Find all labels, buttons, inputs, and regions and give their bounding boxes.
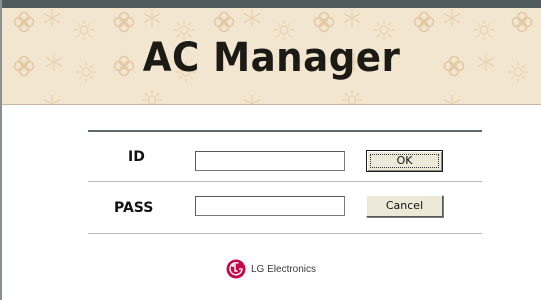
footer-brand: LG Electronics [226,258,316,280]
top-border [0,0,541,8]
lg-logo-icon [226,259,246,279]
pattern-row-3 [43,89,461,104]
panel-bottom-divider [88,233,482,234]
id-input[interactable] [195,151,345,171]
ok-button-focus-ring [370,154,439,168]
brand-text: LG Electronics [251,263,317,275]
cancel-button-label: Cancel [385,199,424,212]
cancel-button[interactable]: Cancel [366,195,443,217]
pass-label: PASS [114,200,154,216]
password-input[interactable] [195,196,345,216]
panel-middle-divider [88,181,482,182]
id-label: ID [128,149,145,165]
header-banner: AC Manager [2,8,541,105]
ok-button[interactable]: OK [366,150,443,172]
login-panel: ID OK PASS Cancel [88,130,482,236]
ac-manager-login-window: AC Manager ID OK PASS Cancel LG Electron… [0,0,541,300]
panel-top-divider [88,130,482,132]
app-title: AC Manager [142,35,401,81]
